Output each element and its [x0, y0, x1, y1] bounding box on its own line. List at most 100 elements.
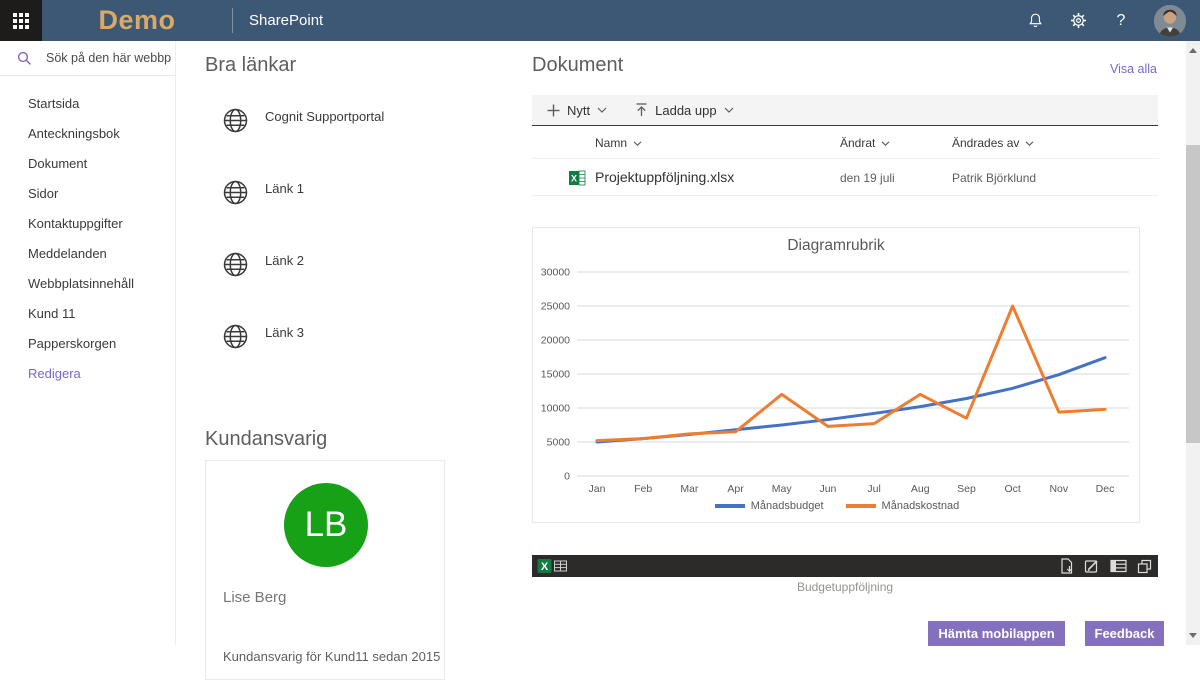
excel-embed-bar: X — [532, 555, 1158, 577]
svg-text:Dec: Dec — [1096, 483, 1115, 495]
legend-label: Månadsbudget — [751, 500, 824, 512]
sidebar-item-startsida[interactable]: Startsida — [28, 89, 175, 119]
chart-card: Diagramrubrik 05000100001500020000250003… — [532, 227, 1140, 523]
chevron-down-icon — [724, 107, 734, 113]
user-avatar[interactable] — [1154, 5, 1186, 37]
search-input[interactable] — [44, 50, 174, 66]
quick-link-cognit-supportportal[interactable]: Cognit Supportportal — [205, 107, 507, 134]
owner-title: Kundansvarig — [205, 428, 507, 451]
owner-initials-avatar[interactable]: LB — [284, 483, 368, 567]
svg-text:Aug: Aug — [911, 483, 930, 495]
scrollbar-thumb[interactable] — [1186, 145, 1200, 443]
quick-link-l-nk-3[interactable]: Länk 3 — [205, 323, 507, 350]
globe-icon — [222, 323, 249, 350]
topbar-divider — [232, 8, 233, 33]
owner-name: Lise Berg — [223, 589, 286, 606]
search-icon — [17, 51, 32, 66]
new-button[interactable]: Nytt — [547, 103, 607, 118]
svg-text:May: May — [772, 483, 793, 495]
sort-chevron-icon — [881, 141, 890, 146]
svg-text:Apr: Apr — [727, 483, 744, 495]
quick-link-label: Länk 2 — [265, 251, 304, 268]
svg-text:5000: 5000 — [547, 437, 571, 449]
scrollbar-down-arrow-icon[interactable] — [1189, 633, 1197, 638]
upload-icon — [635, 103, 648, 117]
owner-section: Kundansvarig LB Lise Berg Kundansvarig f… — [205, 415, 507, 680]
svg-text:Sep: Sep — [957, 483, 976, 495]
quick-link-l-nk-1[interactable]: Länk 1 — [205, 179, 507, 206]
upload-button-label: Ladda upp — [655, 103, 716, 118]
svg-text:Nov: Nov — [1049, 483, 1068, 495]
embed-caption: Budgetuppföljning — [532, 580, 1158, 594]
upload-button[interactable]: Ladda upp — [635, 103, 733, 118]
view-all-link[interactable]: Visa alla — [1110, 62, 1157, 76]
sidebar-item-papperskorgen[interactable]: Papperskorgen — [28, 329, 175, 359]
vertical-scrollbar[interactable] — [1186, 41, 1200, 645]
get-mobile-app-button[interactable]: Hämta mobilappen — [928, 621, 1065, 646]
plus-icon — [547, 104, 560, 117]
sort-chevron-icon — [1025, 141, 1034, 146]
legend-swatch — [846, 504, 876, 508]
svg-text:20000: 20000 — [541, 335, 570, 347]
legend-label: Månadskostnad — [882, 500, 960, 512]
sidebar-item-meddelanden[interactable]: Meddelanden — [28, 239, 175, 269]
sidebar-nav: StartsidaAnteckningsbokDokumentSidorKont… — [0, 76, 175, 389]
column-header-ndrades-av[interactable]: Ändrades av — [952, 136, 1034, 150]
middle-column: Bra länkar Cognit Supportportal Länk 1 Län… — [205, 41, 507, 645]
quick-link-l-nk-2[interactable]: Länk 2 — [205, 251, 507, 278]
download-file-icon[interactable] — [1059, 558, 1074, 574]
documents-title: Dokument — [532, 54, 1158, 77]
sidebar-item-kontaktuppgifter[interactable]: Kontaktuppgifter — [28, 209, 175, 239]
documents-command-bar: Nytt Ladda upp — [532, 95, 1158, 126]
sidebar-item-redigera[interactable]: Redigera — [28, 359, 175, 389]
help-icon[interactable]: ? — [1111, 11, 1131, 31]
quick-link-label: Cognit Supportportal — [265, 107, 384, 124]
scrollbar-up-arrow-icon[interactable] — [1189, 48, 1197, 53]
edit-workbook-icon[interactable] — [1084, 558, 1100, 574]
chart-title: Diagramrubrik — [533, 237, 1139, 255]
svg-text:Jul: Jul — [867, 483, 880, 495]
svg-text:X: X — [541, 561, 549, 573]
sidebar-item-sidor[interactable]: Sidor — [28, 179, 175, 209]
svg-text:X: X — [571, 174, 577, 184]
documents-section: Dokument Visa alla Nytt Ladda upp Nam — [532, 41, 1158, 227]
notifications-bell-icon[interactable] — [1025, 11, 1045, 31]
quick-link-label: Länk 1 — [265, 179, 304, 196]
globe-icon — [222, 107, 249, 134]
brand-logo[interactable]: Demo — [42, 0, 232, 41]
product-name[interactable]: SharePoint — [249, 0, 323, 41]
sidebar-item-dokument[interactable]: Dokument — [28, 149, 175, 179]
site-search[interactable] — [0, 41, 175, 76]
legend-swatch — [715, 504, 745, 508]
column-header-ndrat[interactable]: Ändrat — [840, 136, 890, 150]
svg-text:0: 0 — [564, 471, 570, 483]
data-table-icon[interactable] — [1110, 559, 1127, 573]
svg-text:Feb: Feb — [634, 483, 652, 495]
svg-text:Jun: Jun — [819, 483, 836, 495]
sidebar-item-anteckningsbok[interactable]: Anteckningsbok — [28, 119, 175, 149]
sidebar-item-webbplatsinneh-ll[interactable]: Webbplatsinnehåll — [28, 269, 175, 299]
quick-links-title: Bra länkar — [205, 54, 507, 77]
globe-icon — [222, 251, 249, 278]
document-name[interactable]: Projektuppföljning.xlsx — [595, 169, 734, 185]
new-button-label: Nytt — [567, 103, 590, 118]
feedback-button[interactable]: Feedback — [1085, 621, 1164, 646]
legend-item-m-nadskostnad: Månadskostnad — [846, 500, 960, 512]
document-row[interactable]: XProjektuppföljning.xlsxden 19 juliPatri… — [532, 159, 1158, 196]
svg-text:25000: 25000 — [541, 301, 570, 313]
owner-description: Kundansvarig för Kund11 sedan 2015 — [223, 649, 440, 664]
svg-text:Mar: Mar — [680, 483, 699, 495]
waffle-icon — [13, 13, 29, 29]
settings-gear-icon[interactable] — [1068, 11, 1088, 31]
svg-text:Oct: Oct — [1004, 483, 1020, 495]
sidebar-item-kund-11[interactable]: Kund 11 — [28, 299, 175, 329]
open-in-new-window-icon[interactable] — [1137, 559, 1152, 574]
document-modified-by: Patrik Björklund — [952, 171, 1036, 185]
globe-icon — [222, 179, 249, 206]
top-bar: Demo SharePoint ? — [0, 0, 1200, 41]
left-sidebar: StartsidaAnteckningsbokDokumentSidorKont… — [0, 41, 176, 645]
column-header-namn[interactable]: Namn — [595, 136, 642, 150]
quick-links-list: Cognit Supportportal Länk 1 Länk 2 Länk 3 — [205, 107, 507, 350]
svg-text:15000: 15000 — [541, 369, 570, 381]
app-launcher-button[interactable] — [0, 0, 42, 41]
